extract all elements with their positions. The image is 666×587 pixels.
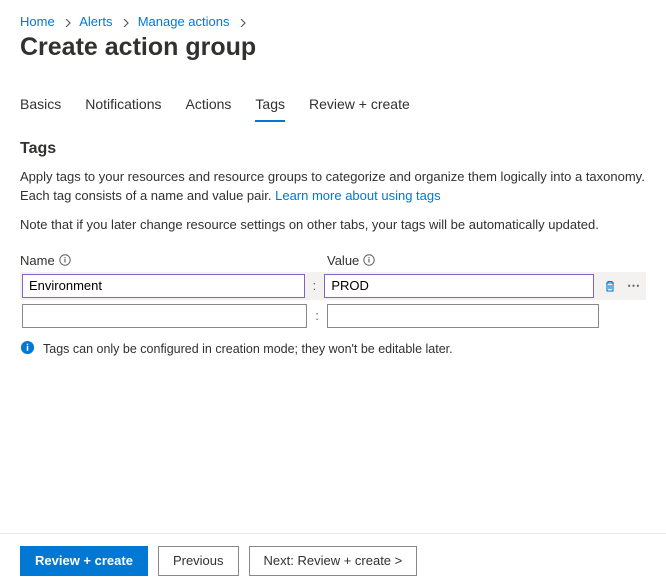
breadcrumb-manage-actions[interactable]: Manage actions — [138, 14, 230, 29]
info-icon[interactable] — [363, 254, 375, 266]
next-button[interactable]: Next: Review + create > — [249, 546, 418, 576]
tag-row: : — [20, 302, 646, 330]
tags-value-header: Value — [327, 253, 607, 268]
tag-separator: : — [305, 278, 325, 293]
footer: Review + create Previous Next: Review + … — [0, 533, 666, 587]
section-heading: Tags — [20, 140, 646, 158]
tab-review-create[interactable]: Review + create — [309, 90, 410, 122]
tab-actions[interactable]: Actions — [186, 90, 232, 122]
trash-icon[interactable] — [600, 276, 620, 296]
learn-more-link[interactable]: Learn more about using tags — [275, 188, 441, 203]
info-icon — [20, 340, 35, 358]
tabs: Basics Notifications Actions Tags Review… — [20, 90, 646, 122]
tag-value-input[interactable] — [324, 274, 594, 298]
tag-value-input[interactable] — [327, 304, 599, 328]
more-icon[interactable]: ⋯ — [624, 278, 644, 294]
tag-name-input[interactable] — [22, 304, 307, 328]
section-note: Note that if you later change resource s… — [20, 216, 646, 235]
tag-name-input[interactable] — [22, 274, 305, 298]
chevron-right-icon — [122, 14, 130, 29]
page-title: Create action group — [20, 33, 646, 62]
breadcrumb: Home Alerts Manage actions — [20, 14, 646, 29]
chevron-right-icon — [64, 14, 72, 29]
breadcrumb-home[interactable]: Home — [20, 14, 55, 29]
section-description: Apply tags to your resources and resourc… — [20, 168, 646, 206]
review-create-button[interactable]: Review + create — [20, 546, 148, 576]
tab-tags[interactable]: Tags — [255, 90, 285, 122]
tag-separator: : — [307, 308, 327, 323]
tags-name-header: Name — [20, 253, 305, 268]
tags-info-message: Tags can only be configured in creation … — [20, 340, 646, 358]
chevron-right-icon — [239, 14, 247, 29]
previous-button[interactable]: Previous — [158, 546, 239, 576]
tab-basics[interactable]: Basics — [20, 90, 61, 122]
breadcrumb-alerts[interactable]: Alerts — [79, 14, 112, 29]
tab-notifications[interactable]: Notifications — [85, 90, 161, 122]
info-icon[interactable] — [59, 254, 71, 266]
tag-row: : ⋯ — [20, 272, 646, 300]
